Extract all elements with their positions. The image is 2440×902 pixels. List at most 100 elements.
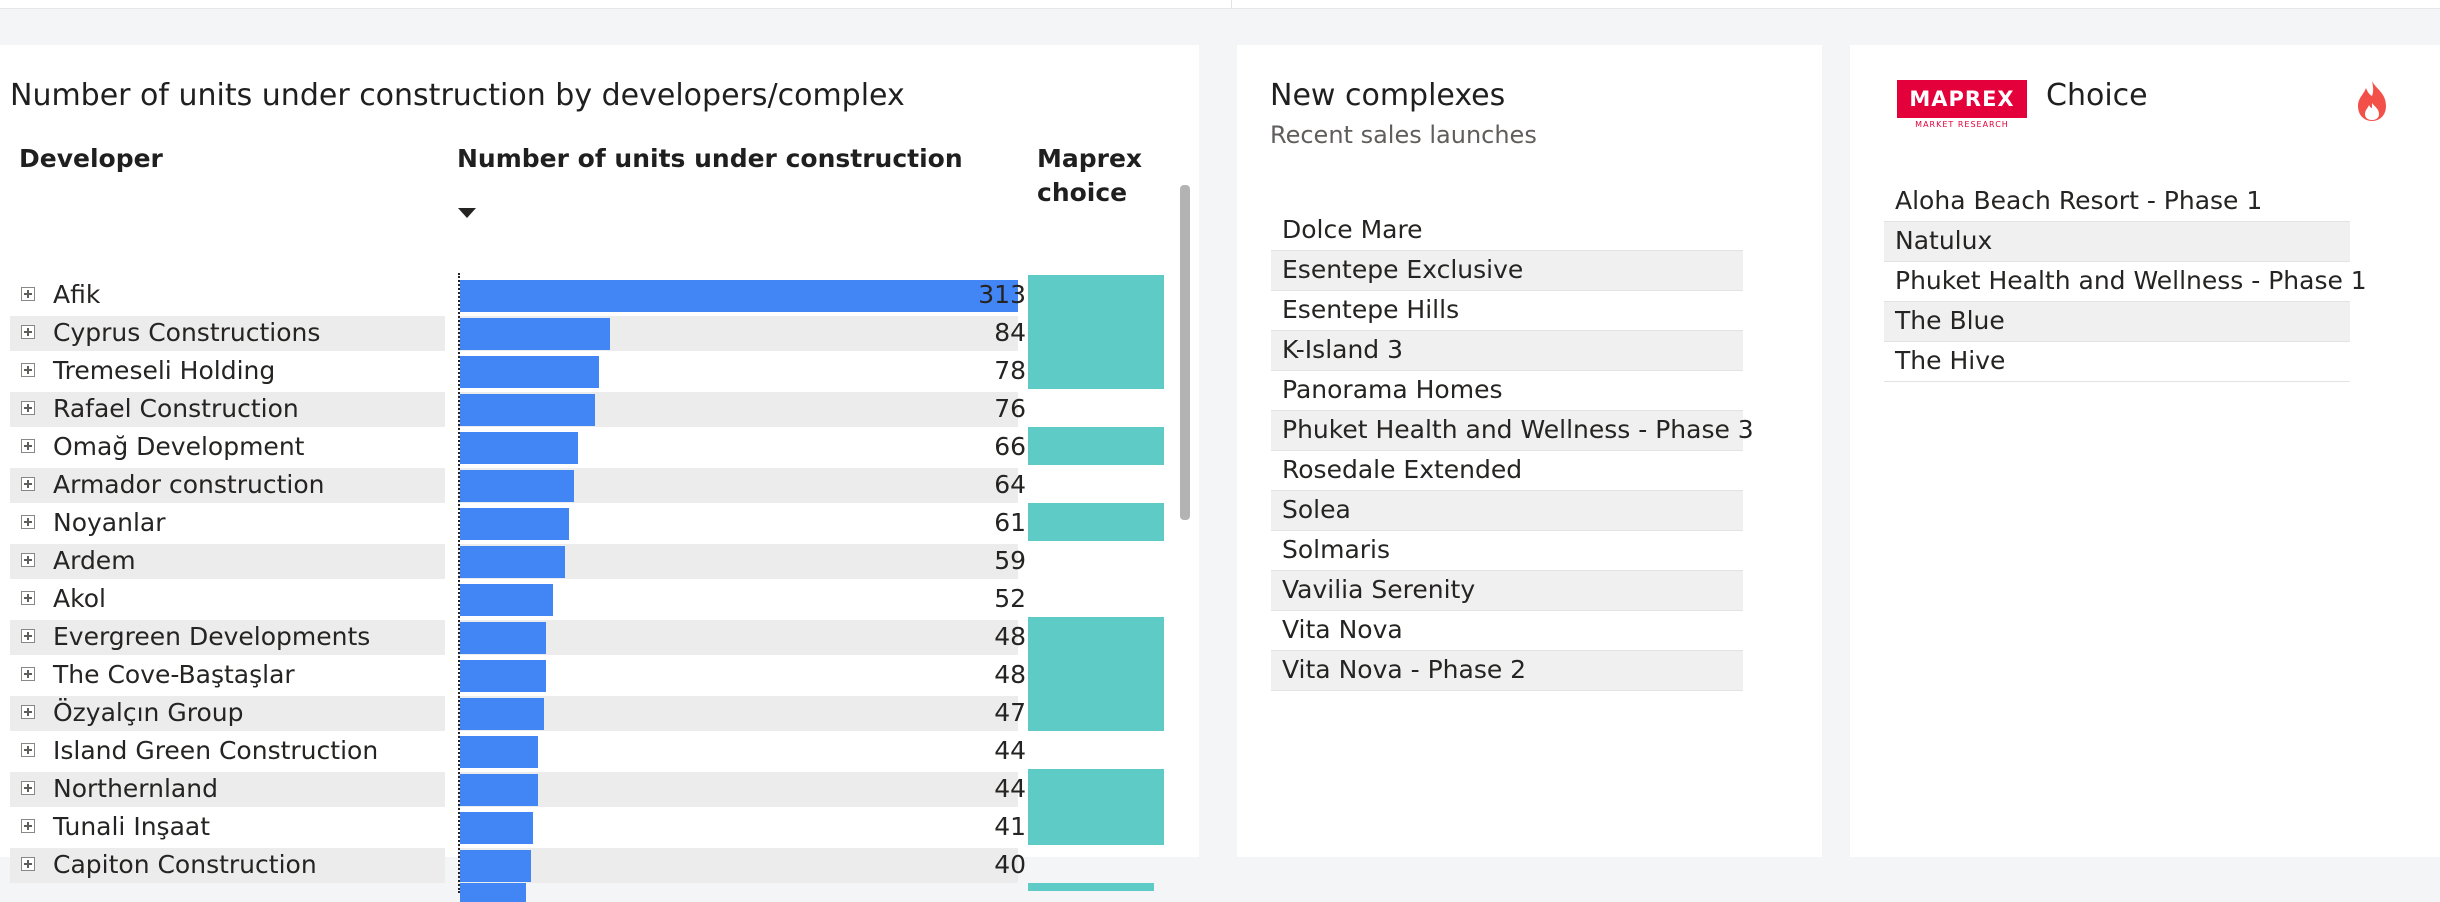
units-bar[interactable] [460, 774, 538, 806]
developer-name: Rafael Construction [53, 394, 299, 423]
developer-name: Akol [53, 584, 106, 613]
units-bar[interactable] [460, 546, 565, 578]
developer-name: Özyalçın Group [53, 698, 244, 727]
units-value: 40 [994, 850, 1026, 879]
units-bar[interactable] [460, 622, 546, 654]
units-bar[interactable] [460, 356, 599, 388]
units-bar[interactable] [460, 584, 553, 616]
expand-row-icon[interactable] [21, 477, 35, 491]
table-row[interactable]: Northernland 44 [10, 769, 1164, 807]
table-row[interactable]: Cyprus Constructions 84 [10, 313, 1164, 351]
column-header-developer[interactable]: Developer [19, 142, 163, 176]
units-bar[interactable] [460, 318, 610, 350]
units-value: 66 [994, 432, 1026, 461]
column-header-maprex-choice[interactable]: Maprex choice [1037, 142, 1157, 210]
maprex-choice-cell [1028, 845, 1164, 883]
expand-row-icon[interactable] [21, 743, 35, 757]
list-item[interactable]: Solea [1271, 491, 1743, 531]
units-bar[interactable] [460, 470, 574, 502]
list-item[interactable]: Phuket Health and Wellness - Phase 3 [1271, 411, 1754, 451]
list-item[interactable]: Vavilia Serenity [1271, 571, 1743, 611]
list-item[interactable]: K-Island 3 [1271, 331, 1743, 371]
list-item[interactable]: The Blue [1884, 302, 2350, 342]
table-row[interactable]: The Cove-Baştaşlar 48 [10, 655, 1164, 693]
list-item[interactable]: Esentepe Exclusive [1271, 251, 1743, 291]
maprex-choice-cell [1028, 807, 1164, 845]
developer-name: Tremeseli Holding [53, 356, 276, 385]
units-bar[interactable] [460, 698, 544, 730]
expand-row-icon[interactable] [21, 401, 35, 415]
list-item[interactable]: Vita Nova [1271, 611, 1743, 651]
list-item[interactable]: Natulux [1884, 222, 2350, 262]
units-value: 76 [994, 394, 1026, 423]
list-item[interactable]: Phuket Health and Wellness - Phase 1 [1884, 262, 2367, 302]
table-row[interactable]: Capiton Construction 40 [10, 845, 1156, 883]
developer-name: The Cove-Baştaşlar [53, 660, 295, 689]
choice-title: Choice [2046, 78, 2148, 113]
list-item[interactable]: Panorama Homes [1271, 371, 1743, 411]
developer-name: Omağ Development [53, 432, 305, 461]
table-row[interactable]: Akol 52 [10, 579, 1156, 617]
expand-row-icon[interactable] [21, 439, 35, 453]
column-header-units[interactable]: Number of units under construction [457, 142, 963, 176]
table-row[interactable]: Omağ Development 66 [10, 427, 1164, 465]
developer-name: Noyanlar [53, 508, 166, 537]
table-row[interactable]: Özyalçın Group 47 [10, 693, 1164, 731]
expand-row-icon[interactable] [21, 629, 35, 643]
maprex-logo-subtext: MARKET RESEARCH [1915, 120, 2009, 129]
units-bar[interactable] [460, 432, 578, 464]
list-item[interactable]: The Hive [1884, 342, 2350, 382]
expand-row-icon[interactable] [21, 667, 35, 681]
units-bar[interactable] [460, 660, 546, 692]
table-row[interactable]: Afik 313 [10, 275, 1164, 313]
list-item[interactable]: Vita Nova - Phase 2 [1271, 651, 1743, 691]
choice-list: Aloha Beach Resort - Phase 1 Natulux Phuke… [1884, 182, 2367, 382]
new-complexes-list: Dolce Mare Esentepe Exclusive Esentepe Hil… [1271, 211, 1754, 691]
list-item[interactable]: Dolce Mare [1271, 211, 1743, 251]
expand-row-icon[interactable] [21, 705, 35, 719]
list-item[interactable]: Aloha Beach Resort - Phase 1 [1884, 182, 2350, 222]
table-row[interactable]: Tremeseli Holding 78 [10, 351, 1164, 389]
units-bar[interactable] [460, 736, 538, 768]
expand-row-icon[interactable] [21, 553, 35, 567]
bar-axis-line [458, 273, 460, 893]
new-complexes-subtitle: Recent sales launches [1270, 121, 1537, 149]
units-bar[interactable] [460, 508, 569, 540]
units-value: 52 [994, 584, 1026, 613]
table-row[interactable]: Armador construction 64 [10, 465, 1156, 503]
expand-row-icon[interactable] [21, 857, 35, 871]
maprex-choice-cell [1028, 465, 1164, 503]
maprex-choice-cell [1028, 693, 1164, 731]
units-bar[interactable] [460, 812, 533, 844]
units-value: 84 [994, 318, 1026, 347]
expand-row-icon[interactable] [21, 781, 35, 795]
table-row[interactable]: Evergreen Developments 48 [10, 617, 1164, 655]
table-row[interactable]: Rafael Construction 76 [10, 389, 1156, 427]
units-value: 48 [994, 622, 1026, 651]
expand-row-icon[interactable] [21, 325, 35, 339]
expand-row-icon[interactable] [21, 819, 35, 833]
sort-descending-icon[interactable] [458, 208, 476, 218]
table-row[interactable]: Noyanlar 61 [10, 503, 1164, 541]
units-bar[interactable] [460, 850, 531, 882]
units-bar[interactable] [460, 394, 595, 426]
maprex-choice-cell [1028, 541, 1164, 579]
expand-row-icon[interactable] [21, 363, 35, 377]
expand-row-icon[interactable] [21, 515, 35, 529]
table-row[interactable]: Ardem 59 [10, 541, 1156, 579]
developer-name: Tunali Inşaat [53, 812, 211, 841]
units-value: 41 [994, 812, 1026, 841]
maprex-choice-cell [1028, 655, 1164, 693]
maprex-logo-text: MAPREX [1897, 80, 2027, 118]
list-item[interactable]: Esentepe Hills [1271, 291, 1743, 331]
vertical-scrollbar[interactable] [1180, 185, 1190, 520]
partial-bar [460, 883, 526, 902]
expand-row-icon[interactable] [21, 287, 35, 301]
expand-row-icon[interactable] [21, 591, 35, 605]
list-item[interactable]: Solmaris [1271, 531, 1743, 571]
list-item[interactable]: Rosedale Extended [1271, 451, 1743, 491]
maprex-choice-cell [1028, 769, 1164, 807]
developer-name: Island Green Construction [53, 736, 379, 765]
table-row[interactable]: Island Green Construction 44 [10, 731, 1156, 769]
table-row[interactable]: Tunali Inşaat 41 [10, 807, 1164, 845]
